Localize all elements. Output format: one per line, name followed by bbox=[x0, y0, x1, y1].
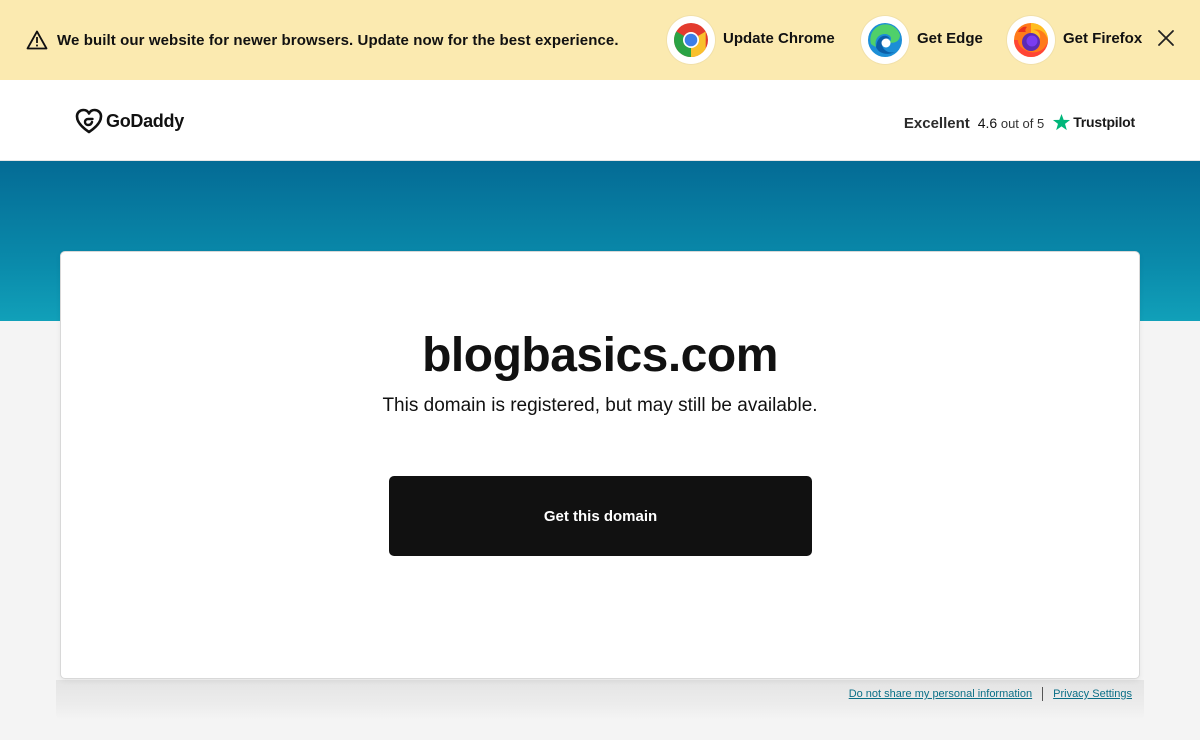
get-edge-link[interactable]: Get Edge bbox=[861, 16, 991, 64]
trustpilot-star-icon bbox=[1053, 113, 1071, 130]
update-chrome-link[interactable]: Update Chrome bbox=[667, 16, 842, 64]
firefox-icon bbox=[1014, 23, 1048, 57]
get-firefox-label: Get Firefox bbox=[1063, 30, 1143, 47]
get-edge-label: Get Edge bbox=[917, 30, 983, 47]
chrome-icon bbox=[674, 23, 708, 57]
privacy-settings-link[interactable]: Privacy Settings bbox=[1053, 688, 1132, 700]
update-chrome-label: Update Chrome bbox=[723, 30, 835, 47]
close-icon[interactable] bbox=[1155, 27, 1177, 49]
footer-divider bbox=[1042, 687, 1044, 701]
edge-icon bbox=[868, 23, 902, 57]
domain-status-text: This domain is registered, but may still… bbox=[382, 395, 818, 416]
logo-text: GoDaddy bbox=[106, 111, 184, 131]
browser-update-banner: We built our website for newer browsers.… bbox=[0, 0, 1200, 80]
get-firefox-link[interactable]: Get Firefox bbox=[1007, 16, 1152, 64]
domain-card: blogbasics.com This domain is registered… bbox=[60, 251, 1140, 679]
do-not-share-link[interactable]: Do not share my personal information bbox=[849, 688, 1032, 700]
domain-title: blogbasics.com bbox=[422, 329, 778, 382]
banner-message: We built our website for newer browsers.… bbox=[57, 32, 619, 49]
trustpilot-rating[interactable]: Excellent 4.6 out of 5 Trustpilot bbox=[904, 110, 1135, 134]
footer-links: Do not share my personal information Pri… bbox=[849, 687, 1132, 701]
get-this-domain-button[interactable]: Get this domain bbox=[389, 476, 812, 556]
godaddy-heart-icon bbox=[75, 108, 103, 134]
site-header: GoDaddy Excellent 4.6 out of 5 Trustpilo… bbox=[0, 80, 1200, 161]
trustpilot-brand: Trustpilot bbox=[1073, 114, 1135, 130]
warning-icon bbox=[26, 30, 48, 50]
rating-score: 4.6 out of 5 bbox=[977, 115, 1045, 131]
rating-label: Excellent bbox=[903, 114, 970, 132]
